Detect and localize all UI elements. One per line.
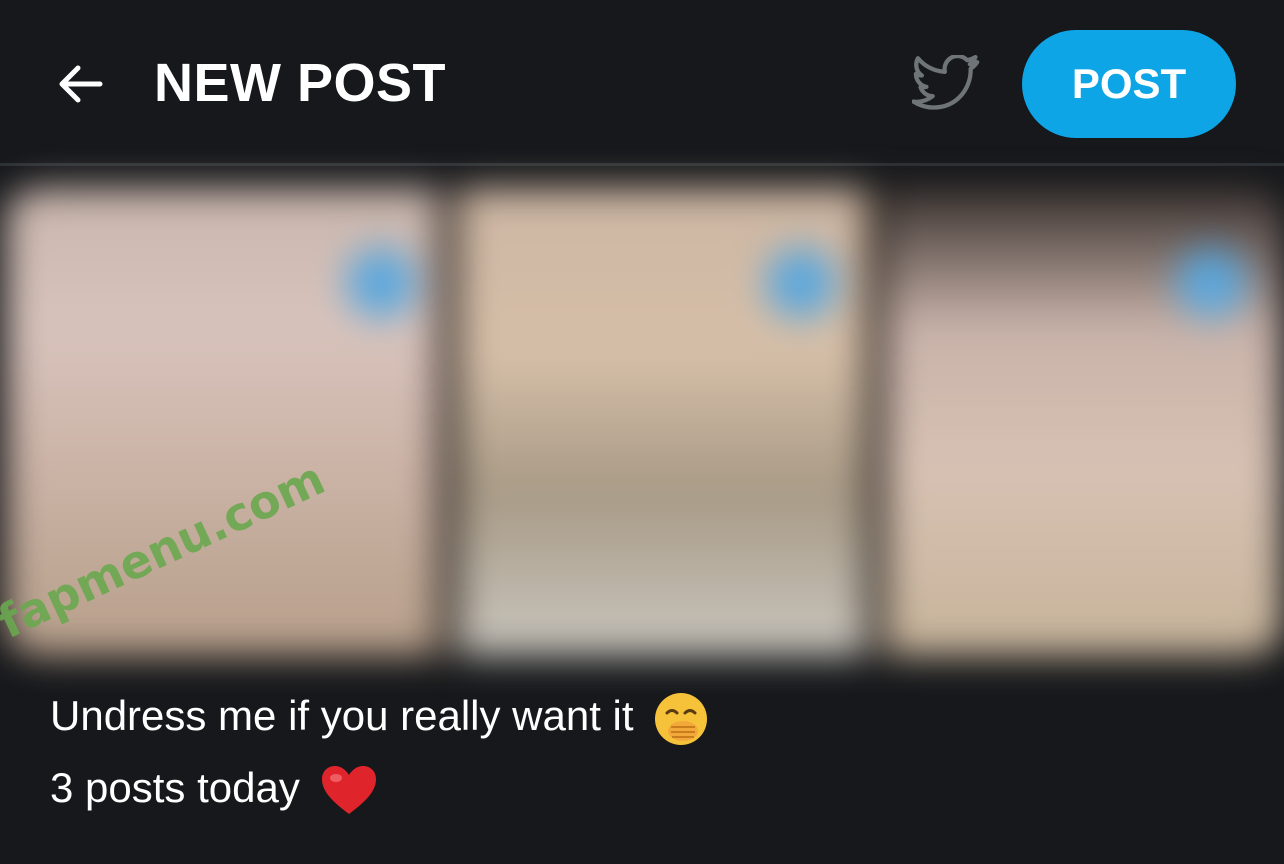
page-title: NEW POST [154,53,447,113]
arrow-left-icon [59,65,103,103]
caption-line-2: 3 posts today [50,752,709,824]
top-bar: NEW POST POST [0,0,1284,164]
new-post-screen: NEW POST POST Undress me if you really w… [0,0,1284,864]
caption-line-1: Undress me if you really want it [50,680,709,752]
red-heart-emoji [321,765,376,814]
media-badge [766,248,836,318]
media-badge [1176,248,1246,318]
media-thumbnails[interactable] [6,188,1282,656]
header-divider [0,163,1284,166]
post-caption[interactable]: Undress me if you really want it 3 posts… [50,680,709,824]
share-to-twitter-toggle[interactable] [908,52,984,116]
post-button[interactable]: POST [1022,30,1236,138]
media-badge [346,248,416,318]
back-button[interactable] [48,52,112,116]
face-with-hand-over-mouth-emoji [655,692,708,745]
twitter-bird-icon [912,55,980,110]
caption-text: 3 posts today [50,764,300,811]
caption-text: Undress me if you really want it [50,692,634,739]
